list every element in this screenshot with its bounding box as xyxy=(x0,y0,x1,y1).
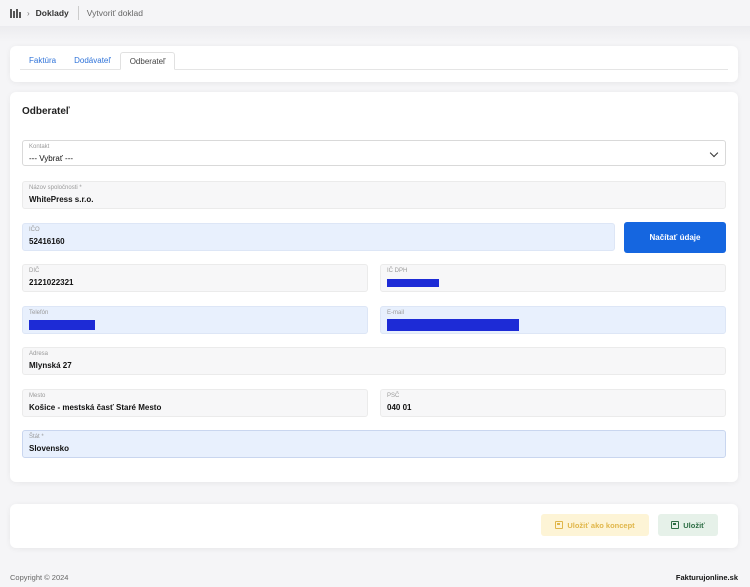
dic-field[interactable]: DIČ 2121022321 xyxy=(22,264,368,292)
customer-form: Odberateľ Kontakt --- Vybrať --- Názov s… xyxy=(10,92,738,482)
redacted-phone xyxy=(29,320,95,330)
ico-field[interactable]: IČO 52416160 xyxy=(22,223,615,251)
ic-dph-field[interactable]: IČ DPH xyxy=(380,264,726,292)
tab-faktura[interactable]: Faktúra xyxy=(20,52,65,70)
form-title: Odberateľ xyxy=(22,106,70,117)
save-icon xyxy=(555,521,564,529)
tab-dodavatel[interactable]: Dodávateľ xyxy=(65,52,120,70)
save-draft-label: Uložiť ako koncept xyxy=(567,520,635,530)
address-label: Adresa xyxy=(29,351,49,357)
dic-label: DIČ xyxy=(29,268,40,274)
ico-label: IČO xyxy=(29,227,40,233)
address-field[interactable]: Adresa Mlynská 27 xyxy=(22,347,726,375)
address-value: Mlynská 27 xyxy=(29,361,72,370)
city-field[interactable]: Mesto Košice - mestská časť Staré Mesto xyxy=(22,389,368,417)
breadcrumb-doklady[interactable]: Doklady xyxy=(36,8,69,18)
ic-dph-label: IČ DPH xyxy=(387,268,408,274)
dic-value: 2121022321 xyxy=(29,278,74,287)
company-name-field[interactable]: Názov spoločnosti * WhitePress s.r.o. xyxy=(22,181,726,209)
redacted-ic-dph xyxy=(387,279,439,287)
contact-select[interactable]: Kontakt --- Vybrať --- xyxy=(22,140,726,166)
actions-card: Uložiť ako koncept Uložiť xyxy=(10,504,738,548)
phone-field[interactable]: Telefón xyxy=(22,306,368,334)
redacted-email xyxy=(387,319,519,331)
copyright-text: Copyright © 2024 xyxy=(10,573,69,582)
city-value: Košice - mestská časť Staré Mesto xyxy=(29,403,162,412)
email-label: E-mail xyxy=(387,310,405,316)
chevron-right-icon: › xyxy=(27,8,30,18)
chevron-down-icon xyxy=(709,148,719,158)
breadcrumb-current: Vytvoriť doklad xyxy=(86,8,144,18)
load-data-button[interactable]: Načítať údaje xyxy=(624,222,726,253)
ico-value: 52416160 xyxy=(29,237,65,246)
city-label: Mesto xyxy=(29,393,46,399)
save-label: Uložiť xyxy=(683,520,705,530)
breadcrumb-divider xyxy=(77,6,79,20)
save-draft-button[interactable]: Uložiť ako koncept xyxy=(541,514,649,536)
tabs-card: Faktúra Dodávateľ Odberateľ xyxy=(10,46,738,82)
header-shadow xyxy=(0,26,750,42)
breadcrumb: › Doklady Vytvoriť doklad xyxy=(0,0,750,26)
country-value: Slovensko xyxy=(29,444,70,453)
brand-link[interactable]: Fakturujonline.sk xyxy=(676,573,738,582)
save-icon xyxy=(671,521,680,529)
company-name-label: Názov spoločnosti * xyxy=(29,185,82,191)
company-name-value: WhitePress s.r.o. xyxy=(29,195,94,204)
building-icon[interactable] xyxy=(10,8,21,18)
postal-code-label: PSČ xyxy=(387,393,400,399)
contact-value: --- Vybrať --- xyxy=(29,154,74,163)
phone-label: Telefón xyxy=(29,310,49,316)
tab-bar: Faktúra Dodávateľ Odberateľ xyxy=(20,52,728,70)
country-field[interactable]: Štát * Slovensko xyxy=(22,430,726,458)
country-label: Štát * xyxy=(29,434,44,440)
contact-label: Kontakt xyxy=(29,144,50,150)
tab-odberatel[interactable]: Odberateľ xyxy=(119,52,176,70)
postal-code-field[interactable]: PSČ 040 01 xyxy=(380,389,726,417)
save-button[interactable]: Uložiť xyxy=(658,514,718,536)
email-field[interactable]: E-mail xyxy=(380,306,726,334)
postal-code-value: 040 01 xyxy=(387,403,412,412)
